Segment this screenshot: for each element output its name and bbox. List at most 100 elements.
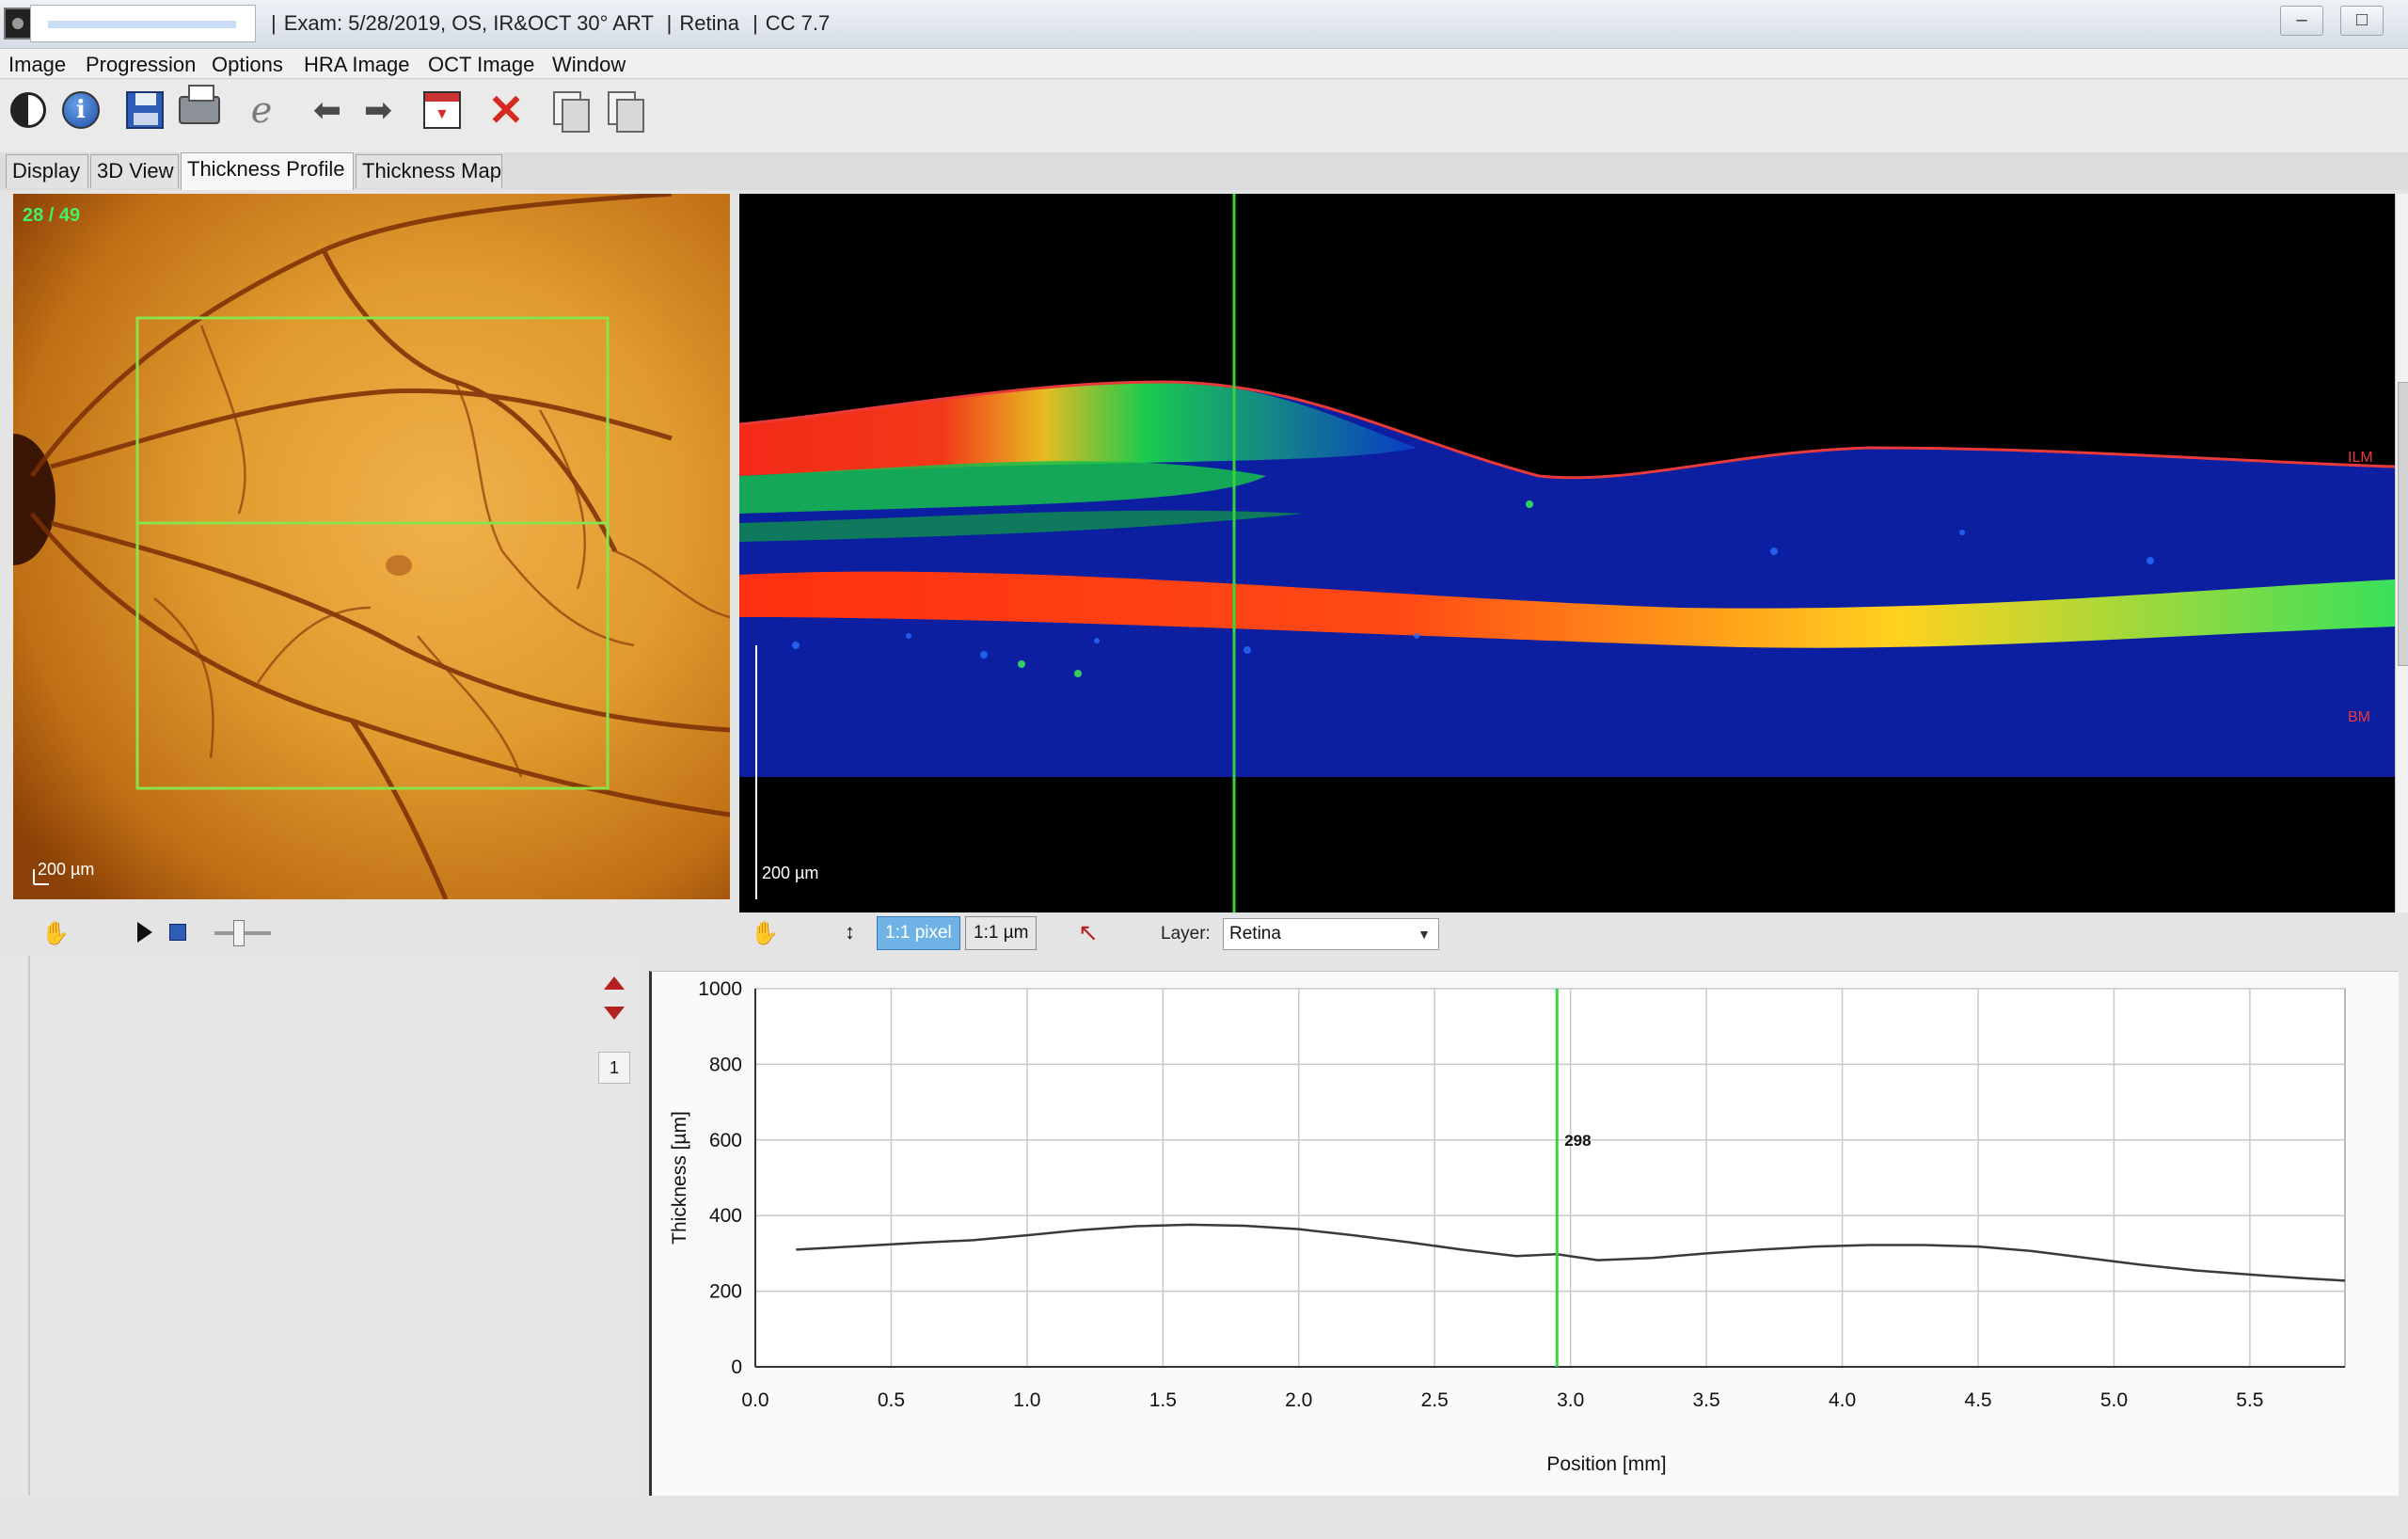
left-panel: [0, 956, 640, 1537]
copy-icon: [553, 91, 590, 133]
title-bar: | Exam: 5/28/2019, OS, IR&OCT 30° ART | Re…: [0, 0, 2408, 49]
contrast-icon: [10, 92, 46, 128]
y-tick-label-4: 800: [709, 1054, 742, 1075]
x-tick-label-8: 4.0: [1829, 1389, 1856, 1411]
report-button[interactable]: [418, 85, 467, 135]
chart-svg: 0.0 0.5 1.0 1.5 2.0 2.5 3.0 3.5 4.0 4.5 5.0 5.5 0 200…: [669, 978, 2346, 1475]
toolbar: i e ⬅ ➡ ✕: [0, 79, 2408, 152]
status-strip: [0, 1496, 2408, 1539]
play-icon: [137, 922, 152, 943]
x-tick-label-6: 3.0: [1557, 1389, 1584, 1411]
x-tick-label-5: 2.5: [1421, 1389, 1449, 1411]
patient-name-field: [30, 5, 256, 42]
thickness-profile-chart: 0.0 0.5 1.0 1.5 2.0 2.5 3.0 3.5 4.0 4.5 5.0 5.5 0 200…: [649, 971, 2399, 1496]
title-layer: Retina: [679, 11, 739, 35]
bm-label: BM: [2348, 709, 2370, 725]
back-button[interactable]: ⬅: [303, 85, 352, 135]
oct-bscan[interactable]: 200 µm ILM BM: [739, 194, 2395, 912]
ilm-label: ILM: [2348, 450, 2373, 466]
thickness-marker-value: 298: [1564, 1132, 1591, 1150]
x-tick-label-2: 1.0: [1013, 1389, 1040, 1411]
forward-button[interactable]: ➡: [354, 85, 403, 135]
x-tick-label-7: 3.5: [1693, 1389, 1720, 1411]
menu-image[interactable]: Image: [8, 53, 66, 77]
paste-button[interactable]: [600, 85, 649, 135]
title-exam: Exam: 5/28/2019, OS, IR&OCT 30° ART: [283, 11, 654, 35]
pixel-scale-button[interactable]: 1:1 pixel: [877, 916, 960, 950]
y-tick-label-5: 1000: [698, 978, 742, 1000]
maximize-button[interactable]: □: [2340, 6, 2384, 36]
edit-icon: e: [250, 89, 273, 131]
layer-select[interactable]: Retina: [1223, 918, 1439, 950]
layer-select-value: Retina: [1229, 924, 1281, 944]
x-tick-label-0: 0.0: [741, 1389, 768, 1411]
oct-controls: ✋ ↕ 1:1 pixel 1:1 µm ↖ Layer: Retina: [739, 912, 2395, 954]
fundus-image[interactable]: 28 / 49 200 µm: [13, 194, 730, 899]
app-icon[interactable]: [4, 8, 32, 40]
menu-oct-image[interactable]: OCT Image: [428, 53, 534, 77]
tab-thickness-profile[interactable]: Thickness Profile: [181, 152, 354, 190]
um-scale-button[interactable]: 1:1 µm: [965, 916, 1038, 950]
edit-button[interactable]: e: [237, 85, 286, 135]
x-tick-label-1: 0.5: [878, 1389, 905, 1411]
back-arrow-icon: ⬅: [312, 90, 342, 129]
print-icon: [179, 85, 220, 124]
paste-icon: [608, 91, 644, 133]
slider-thumb[interactable]: [233, 920, 245, 946]
x-tick-label-9: 4.5: [1964, 1389, 1991, 1411]
view-tabs: Display 3D View Thickness Profile Thickn…: [0, 152, 2408, 190]
oct-svg: [739, 194, 2395, 912]
oct-pan-hand-icon[interactable]: ✋: [751, 920, 779, 947]
pan-hand-icon[interactable]: ✋: [41, 920, 70, 947]
x-tick-label-10: 5.0: [2100, 1389, 2128, 1411]
play-button[interactable]: [137, 922, 152, 943]
menu-progression[interactable]: Progression: [86, 53, 196, 77]
scan-counter: 28 / 49: [23, 205, 81, 226]
contrast-button[interactable]: [4, 85, 53, 135]
x-tick-label-4: 2.0: [1285, 1389, 1312, 1411]
delete-icon: ✕: [487, 86, 525, 135]
minimize-button[interactable]: ‒: [2280, 6, 2323, 36]
scan-down-arrow-icon[interactable]: [604, 1007, 625, 1020]
fundus-svg: [13, 194, 730, 899]
oct-scrollbar[interactable]: [2395, 194, 2408, 912]
print-button[interactable]: [175, 85, 224, 135]
oct-scale-label: 200 µm: [762, 864, 819, 882]
plot-area: [754, 988, 2346, 1368]
menu-options[interactable]: Options: [212, 53, 283, 77]
fovea: [386, 555, 412, 576]
tab-3d-view[interactable]: 3D View: [90, 154, 179, 188]
y-axis-title: Thickness [µm]: [669, 1111, 690, 1245]
x-axis-title: Position [mm]: [1546, 1453, 1666, 1475]
save-button[interactable]: [120, 85, 169, 135]
tab-thickness-map[interactable]: Thickness Map: [356, 154, 502, 188]
segmentation-edit-button[interactable]: ↖: [1078, 918, 1099, 947]
save-movie-button[interactable]: [169, 924, 186, 941]
copy-button[interactable]: [546, 85, 594, 135]
fundus-controls: ✋: [13, 912, 730, 954]
fundus-scale-label: 200 µm: [38, 860, 95, 879]
info-icon: i: [62, 91, 100, 129]
y-tick-label-0: 0: [731, 1357, 742, 1378]
title-cc: CC 7.7: [765, 11, 831, 35]
save-icon: [126, 91, 164, 129]
slider-track: [214, 920, 271, 946]
fit-height-button[interactable]: ↕: [845, 920, 855, 944]
delete-button[interactable]: ✕: [482, 85, 531, 135]
menu-hra-image[interactable]: HRA Image: [304, 53, 410, 77]
menu-window[interactable]: Window: [552, 53, 626, 77]
layer-label: Layer:: [1161, 924, 1211, 944]
menu-bar: Image Progression Options HRA Image OCT …: [0, 49, 2408, 79]
info-button[interactable]: i: [56, 85, 105, 135]
y-tick-label-3: 600: [709, 1130, 742, 1151]
save-icon-small: [169, 924, 186, 941]
speed-slider[interactable]: [214, 920, 271, 946]
page-indicator: 1: [598, 1052, 630, 1084]
y-tick-label-1: 200: [709, 1281, 742, 1303]
report-icon: [423, 91, 461, 129]
forward-arrow-icon: ➡: [363, 90, 393, 129]
window-title: | Exam: 5/28/2019, OS, IR&OCT 30° ART | Re…: [271, 11, 831, 35]
x-tick-label-3: 1.5: [1149, 1389, 1177, 1411]
scan-up-arrow-icon[interactable]: [604, 976, 625, 990]
tab-display[interactable]: Display: [6, 154, 88, 188]
